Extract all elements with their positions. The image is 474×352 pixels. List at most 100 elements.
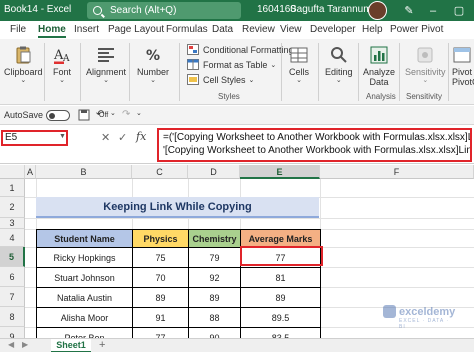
window-title: Book14 - Excel bbox=[4, 4, 72, 15]
tab-insert[interactable]: Insert bbox=[74, 24, 99, 35]
conditional-formatting-button[interactable]: Conditional Formatting ⌄ bbox=[187, 44, 302, 55]
tab-power-pivot[interactable]: Power Pivot bbox=[390, 24, 443, 35]
cell-physics[interactable]: 89 bbox=[132, 287, 189, 308]
row-header-3[interactable]: 3 bbox=[0, 218, 25, 229]
cell-chemistry[interactable]: 88 bbox=[188, 307, 241, 328]
tab-formulas[interactable]: Formulas bbox=[166, 24, 208, 35]
add-sheet-icon[interactable]: + bbox=[99, 339, 105, 351]
watermark-tagline: EXCEL · DATA · BI bbox=[399, 318, 450, 330]
cancel-icon[interactable]: ✕ bbox=[101, 131, 110, 144]
cell-student-name[interactable]: Alisha Moor bbox=[36, 307, 133, 328]
column-header-f[interactable]: F bbox=[320, 165, 474, 179]
insert-function-icon[interactable]: fx bbox=[136, 130, 146, 143]
clipboard-button[interactable]: Clipboard ⌄ bbox=[4, 45, 43, 84]
prev-sheet-icon[interactable]: ◀ bbox=[8, 340, 14, 349]
cell-styles-button[interactable]: Cell Styles ⌄ bbox=[187, 74, 254, 85]
cell-physics[interactable]: 77 bbox=[132, 327, 189, 338]
cell-student-name[interactable]: Ricky Hopkings bbox=[36, 247, 133, 268]
cell-average[interactable]: 77 bbox=[240, 247, 321, 268]
row-header-4[interactable]: 4 bbox=[0, 229, 25, 247]
number-button[interactable]: % Number ⌄ bbox=[137, 45, 169, 84]
customize-qat-icon[interactable]: ⌄ bbox=[136, 109, 142, 117]
alignment-icon bbox=[98, 48, 115, 62]
cell-chemistry[interactable]: 79 bbox=[188, 247, 241, 268]
pen-icon[interactable]: ✎ bbox=[398, 0, 420, 21]
avatar[interactable] bbox=[368, 1, 387, 20]
header-physics[interactable]: Physics bbox=[132, 229, 189, 248]
name-box-dropdown-icon[interactable]: ▼ bbox=[59, 133, 66, 140]
format-as-table-button[interactable]: Format as Table ⌄ bbox=[187, 59, 276, 70]
pivot-icon bbox=[453, 47, 471, 63]
cell-student-name[interactable]: Peter Bon bbox=[36, 327, 133, 338]
pivot-chart-button[interactable]: Pivot PivotC bbox=[452, 45, 474, 87]
tab-file[interactable]: File bbox=[10, 24, 26, 35]
cells-button[interactable]: Cells ⌄ bbox=[289, 45, 309, 84]
table-header-row: Student Name Physics Chemistry Average M… bbox=[36, 229, 321, 248]
sensitivity-icon bbox=[417, 47, 433, 63]
formula-bar: E5 ▼ ✕ ✓ fx =('[Copying Worksheet to Ano… bbox=[0, 126, 474, 164]
search-placeholder: Search (Alt+Q) bbox=[110, 5, 177, 16]
column-header-e[interactable]: E bbox=[240, 165, 320, 179]
worksheet-grid[interactable]: A B C D E F 1 2 3 4 5 6 7 8 9 Keeping Li… bbox=[0, 165, 474, 338]
row-header-2[interactable]: 2 bbox=[0, 197, 25, 218]
table-row: Peter Bon 77 90 83.5 bbox=[36, 327, 321, 338]
sheet-tab-sheet1[interactable]: Sheet1 bbox=[51, 339, 91, 352]
autosave-label: AutoSave bbox=[4, 110, 44, 120]
user-name[interactable]: Sagufta Tarannum bbox=[290, 4, 372, 15]
header-chemistry[interactable]: Chemistry bbox=[188, 229, 241, 248]
tab-developer[interactable]: Developer bbox=[310, 24, 356, 35]
cell-average[interactable]: 83.5 bbox=[240, 327, 321, 338]
select-all-corner[interactable] bbox=[0, 165, 25, 179]
tab-home[interactable]: Home bbox=[38, 24, 66, 38]
format-table-icon bbox=[187, 59, 199, 70]
formula-input[interactable]: =('[Copying Worksheet to Another Workboo… bbox=[157, 128, 472, 162]
tab-data[interactable]: Data bbox=[212, 24, 233, 35]
alignment-button[interactable]: Alignment ⌄ bbox=[86, 45, 126, 84]
analysis-group-label: Analysis bbox=[366, 92, 396, 101]
search-box[interactable]: Search (Alt+Q) bbox=[87, 2, 241, 19]
enter-icon[interactable]: ✓ bbox=[118, 131, 127, 144]
font-button[interactable]: A A Font ⌄ bbox=[52, 45, 72, 84]
tab-review[interactable]: Review bbox=[242, 24, 275, 35]
sensitivity-button[interactable]: Sensitivity ⌄ bbox=[405, 45, 446, 84]
row-header-9[interactable]: 9 bbox=[0, 327, 25, 338]
next-sheet-icon[interactable]: ▶ bbox=[22, 340, 28, 349]
cell-physics[interactable]: 70 bbox=[132, 267, 189, 288]
column-header-c[interactable]: C bbox=[132, 165, 188, 179]
autosave-toggle[interactable]: Off bbox=[46, 110, 108, 121]
minimize-icon[interactable]: – bbox=[422, 0, 444, 21]
cell-student-name[interactable]: Natalia Austin bbox=[36, 287, 133, 308]
column-header-d[interactable]: D bbox=[188, 165, 240, 179]
cell-average[interactable]: 89.5 bbox=[240, 307, 321, 328]
cell-average[interactable]: 89 bbox=[240, 287, 321, 308]
undo-dropdown-icon[interactable]: ⌄ bbox=[110, 109, 116, 117]
cell-average[interactable]: 81 bbox=[240, 267, 321, 288]
column-header-a[interactable]: A bbox=[25, 165, 36, 179]
row-header-8[interactable]: 8 bbox=[0, 307, 25, 327]
editing-button[interactable]: Editing ⌄ bbox=[325, 45, 353, 84]
redo-icon[interactable]: ↷ bbox=[122, 109, 130, 120]
header-student-name[interactable]: Student Name bbox=[36, 229, 133, 248]
row-header-7[interactable]: 7 bbox=[0, 287, 25, 307]
name-box[interactable]: E5 bbox=[1, 130, 68, 146]
tab-view[interactable]: View bbox=[280, 24, 302, 35]
sheet-title-cell[interactable]: Keeping Link While Copying bbox=[36, 197, 319, 218]
tab-page-layout[interactable]: Page Layout bbox=[108, 24, 164, 35]
cell-student-name[interactable]: Stuart Johnson bbox=[36, 267, 133, 288]
cell-physics[interactable]: 75 bbox=[132, 247, 189, 268]
restore-icon[interactable]: ▢ bbox=[448, 0, 470, 21]
header-average-marks[interactable]: Average Marks bbox=[240, 229, 321, 248]
cell-physics[interactable]: 91 bbox=[132, 307, 189, 328]
cell-chemistry[interactable]: 90 bbox=[188, 327, 241, 338]
column-header-b[interactable]: B bbox=[36, 165, 132, 179]
cell-chemistry[interactable]: 89 bbox=[188, 287, 241, 308]
formula-line-1: =('[Copying Worksheet to Another Workboo… bbox=[163, 132, 470, 143]
cell-chemistry[interactable]: 92 bbox=[188, 267, 241, 288]
tab-help[interactable]: Help bbox=[362, 24, 383, 35]
row-header-5[interactable]: 5 bbox=[0, 247, 25, 267]
analyze-data-button[interactable]: Analyze Data bbox=[363, 45, 395, 87]
undo-icon[interactable]: ↶ bbox=[96, 109, 104, 120]
save-icon[interactable] bbox=[78, 109, 90, 121]
row-header-6[interactable]: 6 bbox=[0, 267, 25, 287]
row-header-1[interactable]: 1 bbox=[0, 179, 25, 197]
